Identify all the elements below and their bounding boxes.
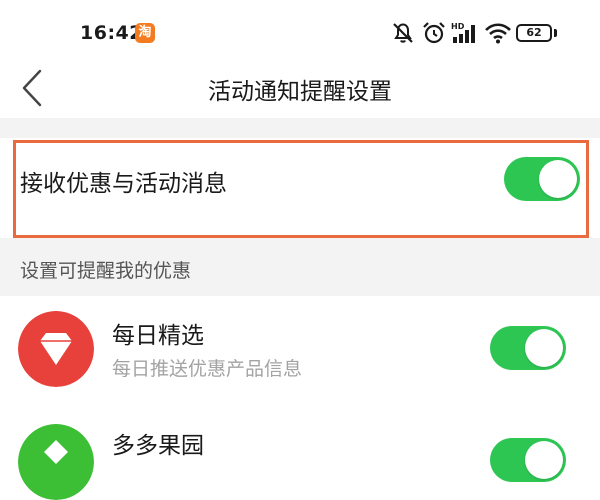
mute-bell-icon xyxy=(393,23,413,43)
section-gap xyxy=(0,118,600,138)
hd-signal-icon: HD xyxy=(451,22,475,43)
app-badge-icon: 淘 xyxy=(135,23,155,43)
battery-icon: 62 xyxy=(516,24,552,42)
page-title: 活动通知提醒设置 xyxy=(208,79,392,105)
wifi-icon xyxy=(485,23,511,44)
orchard-toggle[interactable] xyxy=(490,438,566,482)
item-title: 多多果园 xyxy=(112,433,204,459)
diamond-icon xyxy=(18,311,94,387)
master-setting-row: 接收优惠与活动消息 xyxy=(0,138,600,222)
item-subtitle: 每日推送优惠产品信息 xyxy=(112,358,303,380)
status-time: 16:42 xyxy=(80,22,143,44)
alarm-icon xyxy=(423,22,445,44)
nav-bar: 活动通知提醒设置 xyxy=(0,64,600,118)
status-bar: 16:42 淘 HD 62 xyxy=(0,0,600,64)
daily-picks-toggle[interactable] xyxy=(490,326,566,370)
master-toggle[interactable] xyxy=(504,157,580,201)
orchard-icon xyxy=(18,424,94,500)
master-setting-label: 接收优惠与活动消息 xyxy=(20,171,227,197)
toggle-knob xyxy=(525,329,563,367)
toggle-knob xyxy=(539,160,577,198)
toggle-knob xyxy=(525,441,563,479)
battery-tip xyxy=(554,29,557,37)
section-title: 设置可提醒我的优惠 xyxy=(20,260,192,282)
svg-text:HD: HD xyxy=(451,22,465,31)
item-title: 每日精选 xyxy=(112,323,204,349)
section-header: 设置可提醒我的优惠 xyxy=(0,238,600,296)
list-item-daily-picks: 每日精选 每日推送优惠产品信息 xyxy=(0,296,600,398)
list-item-orchard: 多多果园 xyxy=(0,398,600,500)
